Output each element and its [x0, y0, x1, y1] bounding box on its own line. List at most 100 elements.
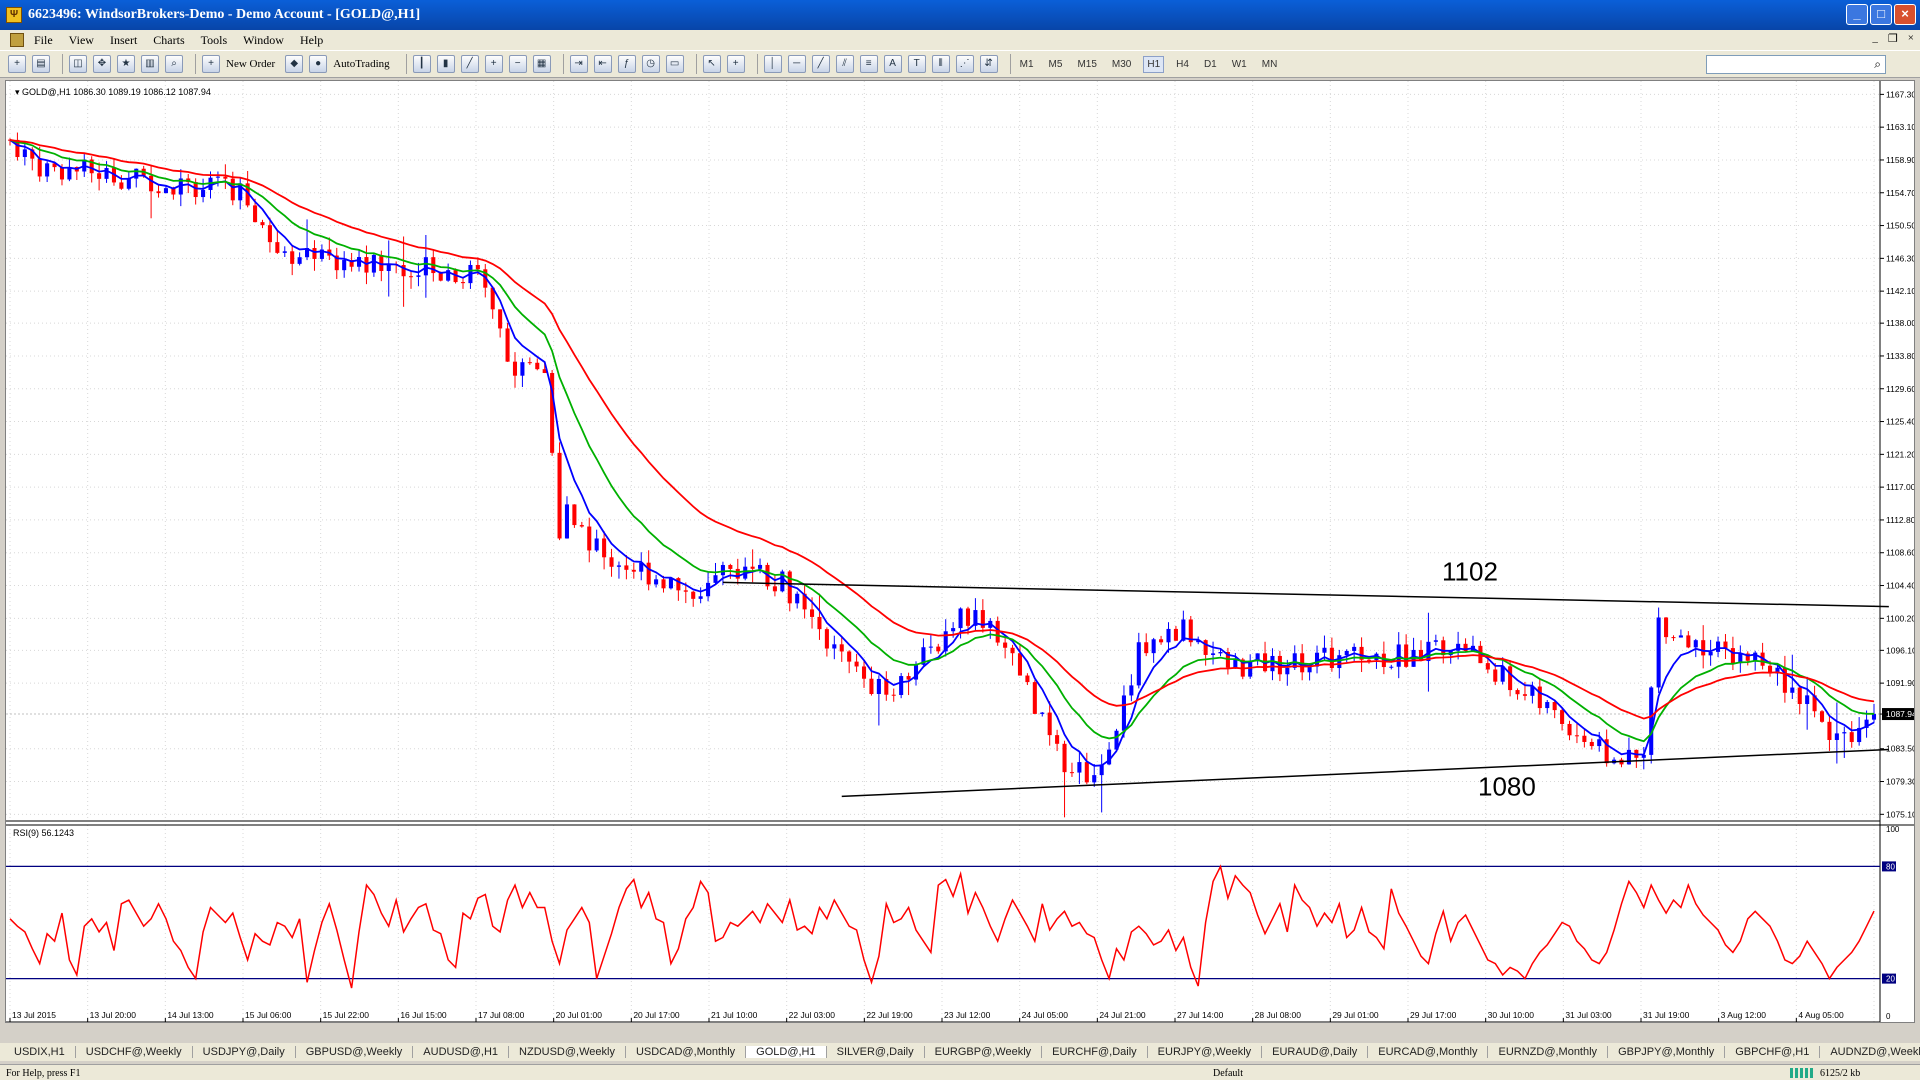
symbol-tab[interactable]: EURAUD@,Daily — [1262, 1046, 1369, 1058]
minimize-button[interactable]: _ — [1846, 4, 1868, 25]
symbol-tab[interactable]: EURGBP@,Weekly — [925, 1046, 1043, 1058]
close-button[interactable]: × — [1894, 4, 1916, 25]
y-tick-label: 1096.10 — [1886, 645, 1914, 655]
symbol-tab[interactable]: GBPCHF@,H1 — [1725, 1046, 1821, 1058]
x-tick-label: 27 Jul 14:00 — [1177, 1010, 1224, 1020]
vertical-line-icon[interactable]: │ — [763, 55, 782, 73]
timeframe-h1[interactable]: H1 — [1143, 55, 1165, 73]
mdi-close-button[interactable]: × — [1908, 32, 1914, 45]
x-tick-label: 16 Jul 15:00 — [400, 1010, 447, 1020]
y-tick-label: 1091.90 — [1886, 678, 1914, 688]
terminal-icon[interactable]: ▥ — [141, 55, 159, 73]
indicators-icon[interactable]: ƒ — [617, 55, 636, 73]
timeframe-m5[interactable]: M5 — [1046, 57, 1066, 72]
mdi-restore-button[interactable]: ❐ — [1888, 32, 1898, 45]
text-icon[interactable]: A — [883, 55, 902, 73]
line-chart-icon[interactable]: ╱ — [460, 55, 479, 73]
rsi-tick-label: 20 — [1886, 975, 1895, 984]
symbol-tab[interactable]: USDJPY@,Daily — [193, 1046, 296, 1058]
x-tick-label: 22 Jul 03:00 — [789, 1010, 836, 1020]
fibo-fan-icon[interactable]: ⋰ — [955, 55, 974, 73]
zoom-in-icon[interactable]: + — [484, 55, 503, 73]
search-icon[interactable]: ⌕ — [1874, 57, 1881, 72]
symbol-tab[interactable]: GBPUSD@,Weekly — [296, 1046, 414, 1058]
symbol-tab[interactable]: EURJPY@,Weekly — [1148, 1046, 1263, 1058]
menu-tools[interactable]: Tools — [201, 33, 228, 48]
tile-windows-icon[interactable]: ▦ — [532, 55, 551, 73]
mdi-minimize-button[interactable]: _ — [1872, 32, 1878, 45]
y-tick-label: 1117.00 — [1886, 482, 1914, 492]
zoom-out-icon[interactable]: − — [508, 55, 527, 73]
equidistant-channel-icon[interactable]: ⫽ — [835, 55, 854, 73]
templates-icon[interactable]: ▭ — [665, 55, 684, 73]
y-tick-label: 1150.50 — [1886, 221, 1914, 231]
timeframe-h4[interactable]: H4 — [1173, 57, 1192, 72]
gann-icon[interactable]: ⦀ — [931, 55, 950, 73]
symbol-tab[interactable]: AUDUSD@,H1 — [413, 1046, 510, 1058]
rsi-label: RSI(9) 56.1243 — [13, 828, 74, 838]
menu-window[interactable]: Window — [243, 33, 284, 48]
symbol-tab[interactable]: EURNZD@,Monthly — [1488, 1046, 1609, 1058]
maximize-button[interactable]: □ — [1870, 4, 1892, 25]
resistance-label: 1102 — [1442, 557, 1498, 587]
market-watch-icon[interactable]: ◫ — [69, 55, 87, 73]
x-tick-label: 28 Jul 08:00 — [1255, 1010, 1302, 1020]
menu-insert[interactable]: Insert — [110, 33, 137, 48]
x-tick-label: 29 Jul 01:00 — [1332, 1010, 1379, 1020]
trendline-icon[interactable]: ╱ — [811, 55, 830, 73]
y-tick-label: 1121.20 — [1886, 449, 1914, 459]
bar-chart-icon[interactable]: ┃ — [412, 55, 431, 73]
navigator-icon[interactable]: ★ — [117, 55, 135, 73]
chart-shift-icon[interactable]: ⇤ — [593, 55, 612, 73]
timeframe-d1[interactable]: D1 — [1201, 57, 1220, 72]
chart-symbol-label: ▾ GOLD@,H1 1086.30 1089.19 1086.12 1087.… — [15, 87, 211, 97]
symbol-tab[interactable]: NZDUSD@,Weekly — [509, 1046, 626, 1058]
new-order-button[interactable]: New Order — [226, 58, 275, 70]
data-window-icon[interactable]: ✥ — [93, 55, 111, 73]
auto-scroll-icon[interactable]: ⇥ — [569, 55, 588, 73]
symbol-tab[interactable]: USDCAD@,Monthly — [626, 1046, 747, 1058]
y-tick-label: 1158.90 — [1886, 155, 1914, 165]
horizontal-line-icon[interactable]: ─ — [787, 55, 806, 73]
metaeditor-icon[interactable]: ◆ — [285, 55, 304, 73]
menu-view[interactable]: View — [69, 33, 94, 48]
symbol-tab[interactable]: USDIX,H1 — [4, 1046, 76, 1058]
timeframe-w1[interactable]: W1 — [1229, 57, 1250, 72]
menu-file[interactable]: File — [34, 33, 53, 48]
candle — [572, 504, 577, 528]
autotrading-icon[interactable]: ● — [309, 55, 328, 73]
menu-charts[interactable]: Charts — [153, 33, 184, 48]
new-chart-icon[interactable]: + — [8, 55, 26, 73]
x-tick-label: 24 Jul 21:00 — [1099, 1010, 1146, 1020]
symbol-tab[interactable]: USDCHF@,Weekly — [76, 1046, 193, 1058]
search-input[interactable]: ⌕ — [1706, 55, 1886, 74]
symbol-tabs: USDIX,H1 USDCHF@,Weekly USDJPY@,Daily GBPUS… — [0, 1043, 1920, 1061]
fibonacci-icon[interactable]: ≡ — [859, 55, 878, 73]
symbol-tab[interactable]: GOLD@,H1 — [746, 1046, 827, 1058]
timeframe-m30[interactable]: M30 — [1109, 57, 1134, 72]
rsi-tick-label: 80 — [1886, 862, 1895, 871]
x-tick-label: 13 Jul 20:00 — [90, 1010, 137, 1020]
cursor-icon[interactable]: ↖ — [702, 55, 721, 73]
symbol-tab[interactable]: SILVER@,Daily — [827, 1046, 925, 1058]
chart-window-icon[interactable] — [10, 33, 24, 47]
menu-help[interactable]: Help — [300, 33, 323, 48]
autotrading-button[interactable]: AutoTrading — [333, 58, 389, 70]
arrows-icon[interactable]: ⇵ — [979, 55, 998, 73]
candlestick-icon[interactable]: ▮ — [436, 55, 455, 73]
text-label-icon[interactable]: T — [907, 55, 926, 73]
timeframe-m15[interactable]: M15 — [1074, 57, 1099, 72]
new-order-icon[interactable]: + — [202, 55, 220, 73]
timeframe-m1[interactable]: M1 — [1017, 57, 1037, 72]
strategy-tester-icon[interactable]: ⌕ — [165, 55, 183, 73]
profiles-icon[interactable]: ▤ — [32, 55, 50, 73]
periods-icon[interactable]: ◷ — [641, 55, 660, 73]
symbol-tab[interactable]: AUDNZD@,Weekly — [1820, 1046, 1920, 1058]
symbol-tab[interactable]: EURCAD@,Monthly — [1368, 1046, 1489, 1058]
crosshair-icon[interactable]: + — [726, 55, 745, 73]
chart-window[interactable]: 1102 1080 1167.30 1163.10 1158.90 1154.70 115… — [5, 80, 1917, 1023]
price-chart[interactable]: 1102 1080 1167.30 1163.10 1158.90 1154.70 115… — [6, 81, 1917, 1023]
timeframe-mn[interactable]: MN — [1259, 57, 1281, 72]
symbol-tab[interactable]: GBPJPY@,Monthly — [1608, 1046, 1726, 1058]
symbol-tab[interactable]: EURCHF@,Daily — [1042, 1046, 1148, 1058]
